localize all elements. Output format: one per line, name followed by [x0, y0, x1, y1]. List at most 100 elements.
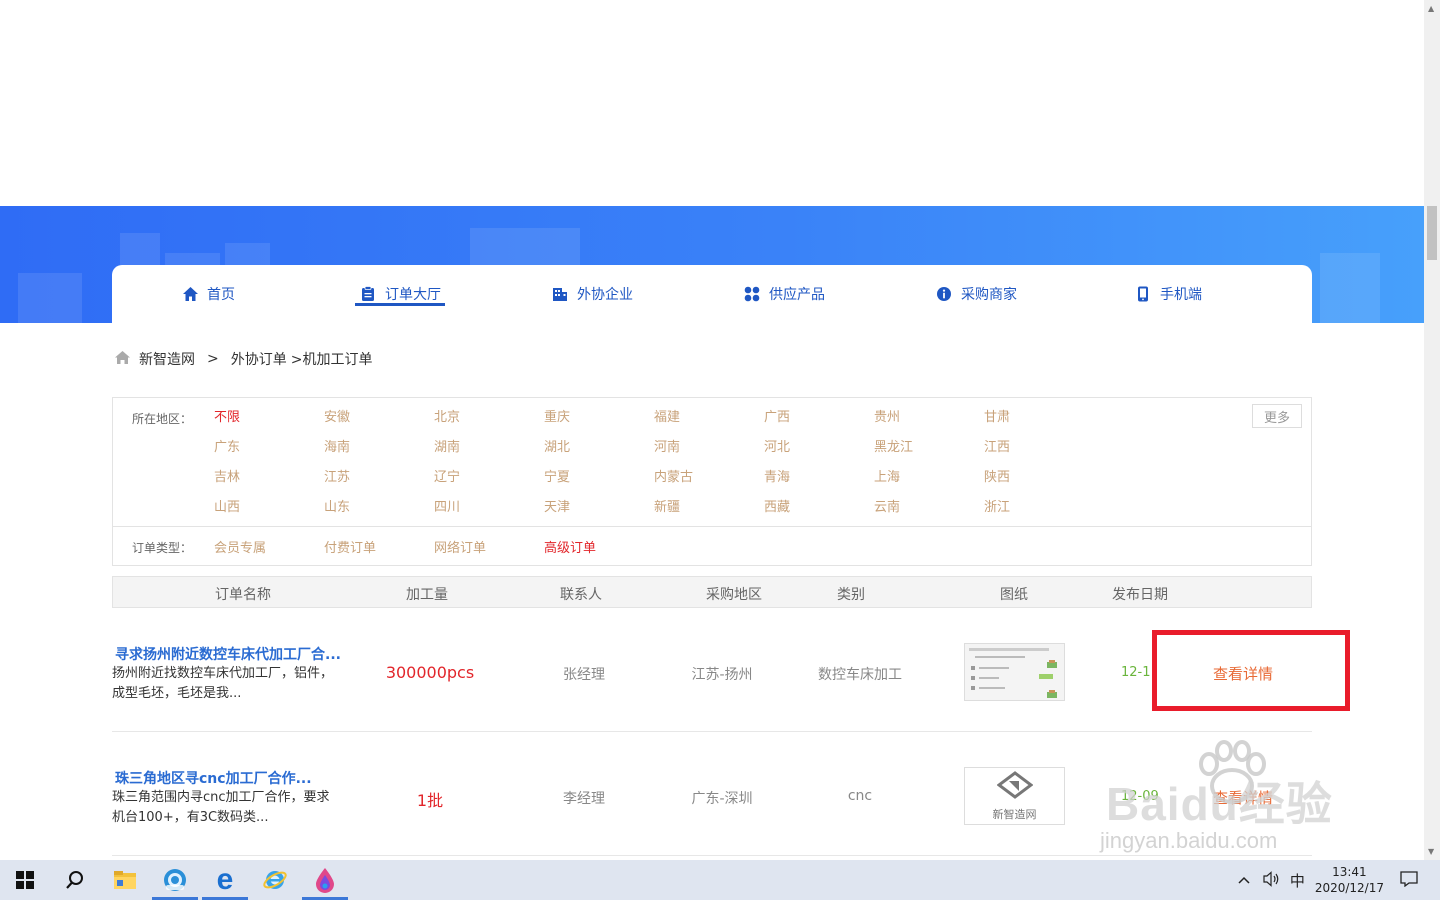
- region-option[interactable]: 吉林: [214, 466, 324, 496]
- order-contact: 李经理: [563, 791, 605, 807]
- region-option[interactable]: 浙江: [984, 496, 1094, 526]
- region-option[interactable]: 广东: [214, 436, 324, 466]
- order-title-link[interactable]: 珠三角地区寻cnc加工厂合作...: [115, 768, 312, 788]
- region-option[interactable]: 宁夏: [544, 466, 654, 496]
- browser-globe-icon: [164, 869, 186, 891]
- taskbar-paint-app[interactable]: [300, 860, 350, 900]
- region-option[interactable]: 海南: [324, 436, 434, 466]
- order-region: 江苏-扬州: [691, 667, 753, 683]
- region-option[interactable]: 山东: [324, 496, 434, 526]
- drawing-placeholder-label: 新智造网: [992, 808, 1037, 821]
- order-category: 数控车床加工: [818, 667, 902, 683]
- start-button[interactable]: [0, 860, 50, 900]
- search-icon: [66, 871, 83, 889]
- nav-mobile-label: 手机端: [1160, 287, 1202, 303]
- order-quantity: 1批: [416, 791, 444, 810]
- scroll-down-arrow-icon[interactable]: ▼: [1428, 847, 1434, 856]
- col-region: 采购地区: [706, 587, 762, 603]
- region-option[interactable]: 安徽: [324, 406, 434, 436]
- scroll-up-arrow-icon[interactable]: ▲: [1428, 4, 1434, 13]
- nav-buyers-label: 采购商家: [961, 287, 1017, 303]
- nav-supply-products[interactable]: 供应产品: [688, 265, 880, 323]
- col-order-name: 订单名称: [215, 587, 271, 603]
- region-option[interactable]: 广西: [764, 406, 874, 436]
- region-option[interactable]: 黑龙江: [874, 436, 984, 466]
- tray-chevron-up-icon[interactable]: [1238, 873, 1250, 887]
- filter-divider: [113, 526, 1311, 527]
- region-option[interactable]: 福建: [654, 406, 764, 436]
- region-filter-label: 所在地区：: [132, 412, 193, 426]
- browser-viewport: 首页 订单大厅 外协企业 供应产品 采购商家 手机端 新智造网 > 外协订单 >…: [0, 0, 1424, 860]
- region-option[interactable]: 山西: [214, 496, 324, 526]
- taskbar-browser-app[interactable]: [150, 860, 200, 900]
- info-icon: [935, 285, 953, 303]
- region-option[interactable]: 河南: [654, 436, 764, 466]
- order-publish-date: 12-1: [1121, 665, 1151, 680]
- nav-home-label: 首页: [207, 287, 235, 303]
- region-option[interactable]: 河北: [764, 436, 874, 466]
- taskbar-clock[interactable]: 13:41 2020/12/17: [1315, 864, 1384, 896]
- type-filter-label: 订单类型：: [132, 541, 193, 555]
- scrollbar-thumb[interactable]: [1427, 206, 1437, 260]
- drawing-thumbnail[interactable]: [964, 643, 1065, 701]
- region-option[interactable]: 上海: [874, 466, 984, 496]
- region-option[interactable]: 新疆: [654, 496, 764, 526]
- order-type-option[interactable]: 会员专属: [214, 537, 324, 556]
- region-option[interactable]: 云南: [874, 496, 984, 526]
- breadcrumb-separator: >: [207, 351, 219, 367]
- region-option[interactable]: 青海: [764, 466, 874, 496]
- ime-indicator[interactable]: 中: [1290, 870, 1305, 891]
- col-category: 类别: [837, 587, 865, 603]
- order-quantity: 300000pcs: [385, 663, 475, 682]
- breadcrumb-outsource-orders[interactable]: 外协订单: [231, 349, 287, 369]
- region-option[interactable]: 天津: [544, 496, 654, 526]
- clipboard-icon: [359, 285, 377, 303]
- region-option[interactable]: 不限: [214, 406, 324, 436]
- order-type-option[interactable]: 网络订单: [434, 537, 544, 556]
- order-type-option[interactable]: 付费订单: [324, 537, 434, 556]
- nav-home[interactable]: 首页: [112, 265, 304, 323]
- view-details-link[interactable]: 查看详情: [1193, 663, 1293, 684]
- region-option[interactable]: 内蒙古: [654, 466, 764, 496]
- view-details-link[interactable]: 查看详情: [1193, 787, 1293, 808]
- region-option[interactable]: 江苏: [324, 466, 434, 496]
- vertical-scrollbar[interactable]: ▲ ▼: [1424, 0, 1440, 860]
- region-option[interactable]: 湖南: [434, 436, 544, 466]
- notification-center-icon[interactable]: [1400, 870, 1418, 890]
- more-regions-button[interactable]: 更多: [1252, 404, 1302, 428]
- taskbar-file-explorer[interactable]: [100, 860, 150, 900]
- breadcrumb-home[interactable]: 新智造网: [139, 349, 195, 369]
- region-option[interactable]: 江西: [984, 436, 1094, 466]
- internet-explorer-icon: [263, 871, 287, 889]
- order-contact: 张经理: [563, 667, 605, 683]
- order-category: cnc: [847, 788, 873, 804]
- region-option[interactable]: 湖北: [544, 436, 654, 466]
- order-type-option[interactable]: 高级订单: [544, 537, 654, 556]
- region-option[interactable]: 四川: [434, 496, 544, 526]
- main-nav: 首页 订单大厅 外协企业 供应产品 采购商家 手机端: [112, 265, 1312, 323]
- region-option[interactable]: 辽宁: [434, 466, 544, 496]
- site-logo-icon: [996, 771, 1034, 805]
- region-option[interactable]: 西藏: [764, 496, 874, 526]
- order-title-link[interactable]: 寻求扬州附近数控车床代加工厂合...: [115, 644, 341, 664]
- region-option[interactable]: 甘肃: [984, 406, 1094, 436]
- region-option[interactable]: 陕西: [984, 466, 1094, 496]
- breadcrumb: 新智造网 > 外协订单 >机加工订单: [114, 349, 378, 369]
- taskbar-edge[interactable]: e: [200, 860, 250, 900]
- taskbar-search-button[interactable]: [50, 860, 100, 900]
- region-option[interactable]: 北京: [434, 406, 544, 436]
- volume-icon[interactable]: [1262, 870, 1280, 890]
- region-option[interactable]: 重庆: [544, 406, 654, 436]
- type-filter-options: 会员专属 付费订单 网络订单 高级订单: [214, 537, 654, 556]
- nav-partner-companies[interactable]: 外协企业: [496, 265, 688, 323]
- folder-icon: [114, 871, 136, 889]
- nav-buyers[interactable]: 采购商家: [880, 265, 1072, 323]
- region-option[interactable]: 贵州: [874, 406, 984, 436]
- drawing-thumbnail[interactable]: 新智造网: [964, 767, 1065, 825]
- nav-mobile[interactable]: 手机端: [1072, 265, 1264, 323]
- order-filter-panel: 所在地区： 不限 安徽 北京 重庆 福建 广西 贵州 甘肃广东 海南 湖南 湖北 河南 河北 黑龙江 江西吉…: [112, 397, 1312, 566]
- taskbar-internet-explorer[interactable]: [250, 860, 300, 900]
- table-row: 珠三角地区寻cnc加工厂合作... 珠三角范围内寻cnc加工厂合作，要求机台10…: [112, 732, 1312, 856]
- nav-supply-products-label: 供应产品: [769, 287, 825, 303]
- nav-order-hall[interactable]: 订单大厅: [304, 265, 496, 323]
